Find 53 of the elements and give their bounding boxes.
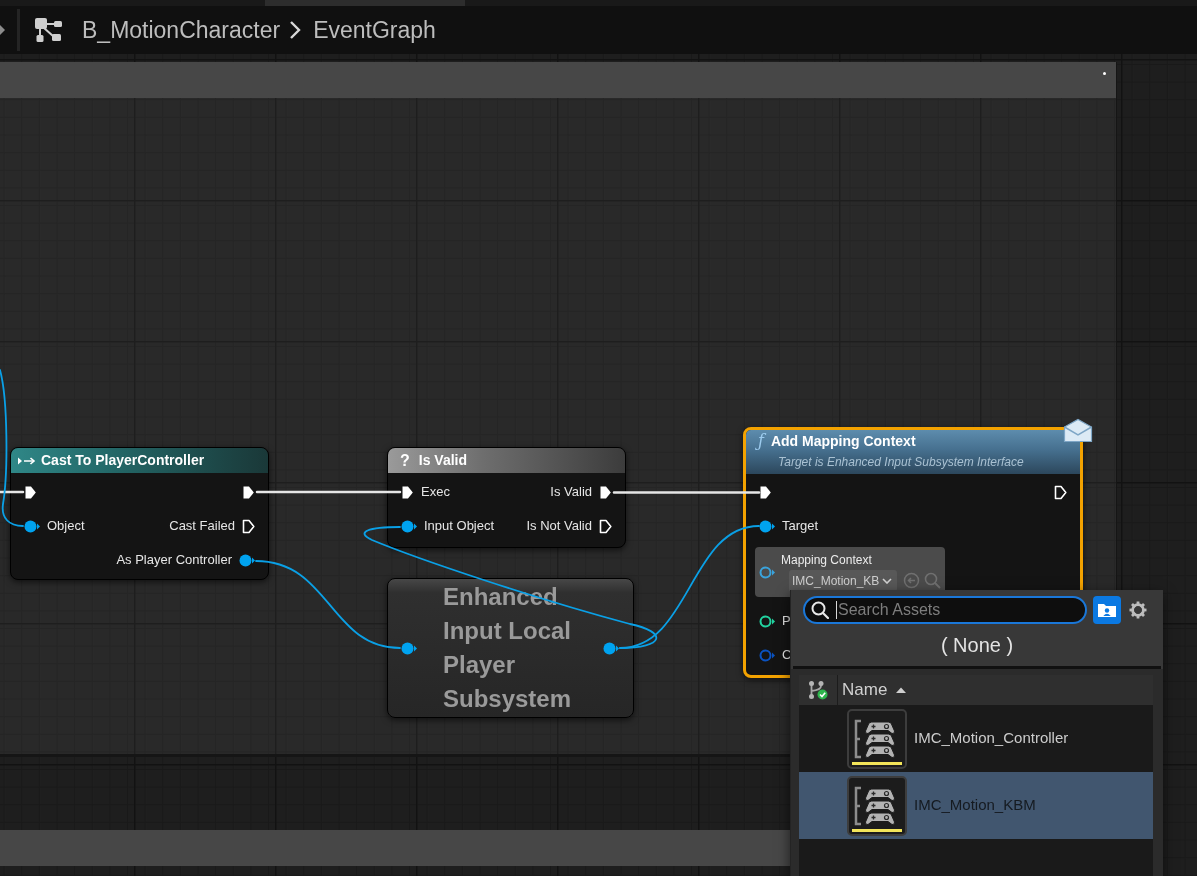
breadcrumb-link[interactable]: EventGraph bbox=[313, 18, 436, 42]
exec-pin-icon[interactable] bbox=[401, 484, 414, 500]
exec-pin-icon[interactable] bbox=[24, 484, 37, 500]
text-cursor bbox=[836, 601, 837, 619]
node-title: Add Mapping Context bbox=[770, 431, 916, 451]
pin-label: Cast Failed bbox=[169, 517, 235, 536]
folder-button[interactable] bbox=[1093, 596, 1121, 624]
exec-pin-icon[interactable] bbox=[242, 518, 255, 534]
pin-label: P bbox=[782, 612, 791, 631]
data-pin-icon[interactable] bbox=[759, 614, 775, 628]
exec-pin-icon[interactable] bbox=[599, 484, 612, 500]
data-pin-icon[interactable] bbox=[24, 519, 40, 533]
data-pin-icon[interactable] bbox=[239, 553, 255, 567]
settings-icon[interactable] bbox=[1129, 601, 1147, 619]
caret-down-icon bbox=[882, 577, 892, 584]
exec-pin-icon[interactable] bbox=[599, 518, 612, 534]
pin-label: Exec bbox=[421, 483, 450, 502]
pin-label: C bbox=[782, 646, 792, 665]
pin-label: As Player Controller bbox=[116, 551, 232, 570]
search-field[interactable]: Search Assets bbox=[803, 596, 1087, 624]
pin-label: Input Object bbox=[424, 517, 495, 536]
chevron-right-icon bbox=[289, 20, 302, 40]
data-pin-icon[interactable] bbox=[603, 641, 619, 655]
question-mark-icon: ? bbox=[400, 452, 410, 469]
graph-node[interactable]: Cast To PlayerController Object Cast Failed As Player Controller bbox=[10, 447, 269, 580]
gamepads-icon bbox=[847, 775, 907, 836]
folder-icon bbox=[1097, 602, 1117, 618]
gamepads-icon bbox=[847, 708, 907, 769]
column-header[interactable]: Name bbox=[838, 675, 907, 705]
branch-check-icon[interactable] bbox=[808, 680, 828, 700]
pin-label: Mapping Context bbox=[781, 552, 873, 567]
caret-icon[interactable] bbox=[0, 25, 5, 35]
graph-icon bbox=[35, 17, 63, 43]
node-title: Cast To PlayerController bbox=[41, 451, 205, 470]
search-icon bbox=[811, 601, 829, 619]
breadcrumb-link[interactable]: B_MotionCharacter bbox=[82, 18, 281, 42]
data-pin-icon[interactable] bbox=[401, 641, 417, 655]
pin-label: Is Not Valid bbox=[526, 517, 592, 536]
node-subtitle: Target is Enhanced Input Subsystem Interface bbox=[778, 454, 1025, 470]
pin-label: Is Valid bbox=[550, 483, 592, 502]
cast-arrow-icon bbox=[18, 455, 36, 466]
data-pin-icon[interactable] bbox=[401, 519, 417, 533]
node-title: Is Valid bbox=[418, 451, 468, 470]
pin-label: Target bbox=[782, 517, 819, 536]
exec-pin-icon[interactable] bbox=[242, 484, 255, 500]
exec-pin-icon[interactable] bbox=[759, 484, 772, 500]
exec-pin-icon[interactable] bbox=[1054, 484, 1067, 500]
exec-wire bbox=[0, 490, 25, 494]
asset-dropdown[interactable]: IMC_Motion_KB bbox=[789, 569, 897, 592]
data-pin-icon[interactable] bbox=[759, 519, 775, 533]
pin-label: Object bbox=[47, 517, 85, 536]
graph-node[interactable]: ? Is Valid Exec Input Object Is Valid Is Not Valid bbox=[387, 447, 626, 548]
asset-row[interactable]: IMC_Motion_Controller bbox=[799, 705, 1153, 772]
